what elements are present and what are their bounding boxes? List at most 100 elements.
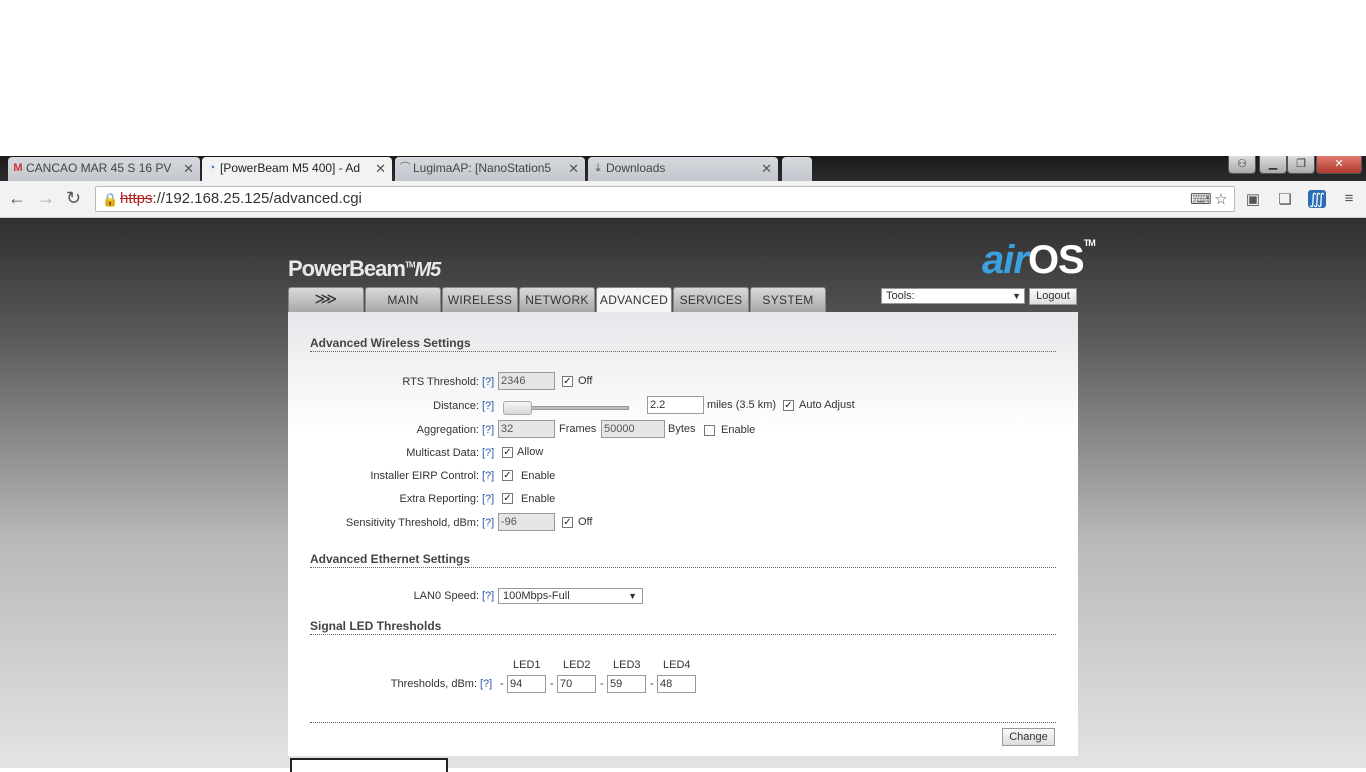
distance-label: Distance: — [433, 400, 479, 412]
auto-adjust-label: Auto Adjust — [799, 399, 855, 411]
aggregation-frames-input[interactable]: 32 — [498, 420, 555, 438]
frames-label: Frames — [559, 423, 597, 435]
eirp-enable-checkbox[interactable]: ✓ — [502, 470, 513, 481]
window-close-icon[interactable]: ✕ — [1316, 156, 1362, 174]
back-icon[interactable]: ← — [8, 188, 26, 209]
extra-reporting-label: Extra Reporting: — [399, 493, 479, 505]
star-icon[interactable]: ☆ — [1212, 190, 1230, 208]
distance-units: miles (3.5 km) — [707, 399, 777, 411]
extension2-icon[interactable]: ❏ — [1276, 190, 1294, 208]
restore-icon[interactable]: ❐ — [1287, 156, 1315, 174]
translate-icon[interactable]: ⌨ — [1190, 190, 1212, 208]
sensitivity-threshold-label: Sensitivity Threshold, dBm: — [345, 517, 479, 529]
distance-input[interactable]: 2.2 — [647, 396, 704, 414]
help-link[interactable]: [?] — [482, 517, 494, 529]
tab-services[interactable]: SERVICES — [673, 287, 749, 312]
led4-header: LED4 — [663, 659, 691, 671]
aggregation-label: Aggregation: — [416, 424, 479, 436]
section-title-ethernet: Advanced Ethernet Settings — [310, 552, 1056, 568]
eirp-enable-label: Enable — [521, 470, 556, 482]
tab-label: LugimaAP: [NanoStation5 — [413, 161, 552, 175]
menu-icon[interactable]: ≡ — [1340, 190, 1358, 208]
airos-logo: airOSTM — [982, 238, 1096, 282]
extension-icon[interactable]: ▣ — [1244, 190, 1262, 208]
audio-extension-icon[interactable]: ∭ — [1308, 190, 1326, 208]
aggregation-bytes-input[interactable]: 50000 — [601, 420, 665, 438]
product-brand: PowerBeamTMM5 — [288, 256, 441, 281]
multicast-data-label: Multicast Data: — [406, 447, 479, 459]
reload-icon[interactable]: ↻ — [66, 188, 81, 209]
dropdown-arrow-icon: ▼ — [628, 591, 637, 601]
browser-tab-powerbeam[interactable]: ◔ [PowerBeam M5 400] - Ad ✕ — [202, 157, 392, 181]
help-link[interactable]: [?] — [482, 447, 494, 459]
section-title-wireless: Advanced Wireless Settings — [310, 336, 1056, 352]
tab-system[interactable]: SYSTEM — [750, 287, 826, 312]
led2-header: LED2 — [563, 659, 591, 671]
led3-header: LED3 — [613, 659, 641, 671]
browser-tab-gmail[interactable]: M CANCAO MAR 45 S 16 PV ✕ — [8, 157, 200, 181]
rts-off-label: Off — [578, 375, 593, 387]
tools-select[interactable]: Tools: ▼ — [881, 288, 1025, 304]
rts-threshold-input[interactable]: 2346 — [498, 372, 555, 390]
dash-separator: - — [500, 678, 504, 690]
aggregation-enable-label: Enable — [721, 424, 756, 436]
tab-label: Downloads — [606, 161, 666, 175]
sensitivity-off-checkbox[interactable]: ✓ — [562, 517, 573, 528]
ubnt-logo-icon: ⋙ — [314, 291, 338, 308]
close-icon[interactable]: ✕ — [761, 161, 772, 177]
tab-network[interactable]: NETWORK — [519, 287, 595, 312]
browser-tab-lugima[interactable]: ⌒ LugimaAP: [NanoStation5 ✕ — [395, 157, 585, 181]
browser-tab-downloads[interactable]: ⤓ Downloads ✕ — [588, 157, 778, 181]
distance-slider-handle[interactable] — [503, 401, 532, 415]
led1-threshold-input[interactable]: 94 — [507, 675, 546, 693]
ubnt-icon: ⌒ — [399, 162, 411, 174]
sensitivity-off-label: Off — [578, 516, 593, 528]
tab-main[interactable]: MAIN — [365, 287, 441, 312]
help-link[interactable]: [?] — [482, 400, 494, 412]
help-link[interactable]: [?] — [482, 590, 494, 602]
bottom-overlay — [290, 758, 448, 772]
close-icon[interactable]: ✕ — [375, 161, 386, 177]
url-text[interactable]: https://192.168.25.125/advanced.cgi — [120, 190, 362, 207]
bytes-label: Bytes — [668, 423, 696, 435]
led4-threshold-input[interactable]: 48 — [657, 675, 696, 693]
tab-wireless[interactable]: WIRELESS — [442, 287, 518, 312]
wifi-icon: ◔ — [208, 162, 216, 174]
close-icon[interactable]: ✕ — [183, 161, 194, 177]
thresholds-label: Thresholds, dBm: — [390, 678, 477, 690]
profile-icon[interactable]: ⚇ — [1228, 156, 1256, 174]
help-link[interactable]: [?] — [480, 678, 492, 690]
dash-separator: - — [550, 678, 554, 690]
multicast-allow-checkbox[interactable]: ✓ — [502, 447, 513, 458]
multicast-allow-label: Allow — [517, 446, 544, 458]
help-link[interactable]: [?] — [482, 424, 494, 436]
section-title-led: Signal LED Thresholds — [310, 619, 1056, 635]
change-button[interactable]: Change — [1002, 728, 1055, 746]
new-tab-button[interactable] — [782, 157, 812, 181]
rts-off-checkbox[interactable]: ✓ — [562, 376, 573, 387]
installer-eirp-label: Installer EIRP Control: — [370, 470, 479, 482]
extra-reporting-checkbox[interactable]: ✓ — [502, 493, 513, 504]
dash-separator: - — [650, 678, 654, 690]
minimize-icon[interactable]: ▁ — [1259, 156, 1287, 174]
extra-reporting-enable-label: Enable — [521, 493, 556, 505]
logout-button[interactable]: Logout — [1029, 288, 1077, 305]
auto-adjust-checkbox[interactable]: ✓ — [783, 400, 794, 411]
insecure-lock-icon[interactable]: 🔒 — [102, 192, 118, 208]
help-link[interactable]: [?] — [482, 493, 494, 505]
sensitivity-threshold-input[interactable]: -96 — [498, 513, 555, 531]
led3-threshold-input[interactable]: 59 — [607, 675, 646, 693]
rts-threshold-label: RTS Threshold: — [402, 376, 479, 388]
tab-ubnt-logo[interactable]: ⋙ — [288, 287, 364, 312]
forward-icon[interactable]: → — [37, 188, 55, 209]
led2-threshold-input[interactable]: 70 — [557, 675, 596, 693]
tab-advanced[interactable]: ADVANCED — [596, 287, 672, 313]
lan0-speed-label: LAN0 Speed: — [413, 590, 479, 602]
aggregation-enable-checkbox[interactable] — [704, 425, 715, 436]
gmail-icon: M — [13, 162, 23, 174]
lan0-speed-select[interactable]: 100Mbps-Full ▼ — [498, 588, 643, 604]
help-link[interactable]: [?] — [482, 470, 494, 482]
close-icon[interactable]: ✕ — [568, 161, 579, 177]
tab-label: CANCAO MAR 45 S 16 PV — [26, 161, 172, 175]
help-link[interactable]: [?] — [482, 376, 494, 388]
